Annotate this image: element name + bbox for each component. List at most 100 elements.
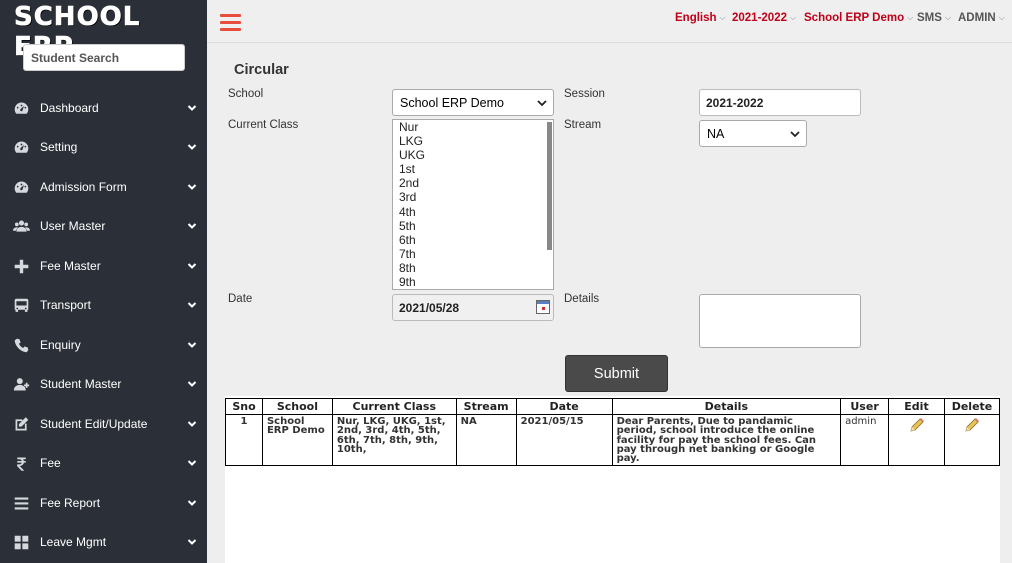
cell-user: admin [840,413,890,467]
sidebar-item-enquiry[interactable]: Enquiry [0,326,207,364]
sidebar-item-dashboard[interactable]: Dashboard [0,89,207,127]
cell-delete [943,413,1001,467]
column-header: School [261,398,333,415]
session-dropdown[interactable]: 2021-2022 ⌵ [732,12,796,24]
chevron-down-icon [177,142,207,152]
sidebar-item-student-master[interactable]: Student Master [0,365,207,403]
sidebar-item-admission-form[interactable]: Admission Form [0,168,207,206]
user-dropdown[interactable]: ADMIN ⌵ [958,12,1005,24]
session-label: 2021-2022 [732,12,787,24]
class-option[interactable]: Nur [393,120,553,134]
column-header: Details [611,398,842,415]
column-header: Sno [225,398,263,415]
class-option[interactable]: 6th [393,233,553,247]
page-title: Circular [234,62,289,78]
main-content: Circular School School ERP Demo Session … [207,44,1012,563]
edit-pencil-icon[interactable] [909,417,925,433]
user-add-icon [0,376,40,393]
circular-table: Sno School Current Class Stream Date Det… [225,398,1001,467]
submit-button[interactable]: Submit [565,355,668,392]
details-label: Details [564,293,600,305]
stream-label: Stream [564,119,602,131]
stream-select-value: NA [707,126,725,141]
sidebar-item-fee[interactable]: Fee [0,444,207,482]
session-field-label: Session [564,88,605,100]
sidebar-item-label: Leave Mgmt [40,535,107,549]
circular-table-area: Sno School Current Class Stream Date Det… [225,396,1001,563]
date-field[interactable]: 2021/05/28 [392,294,554,321]
chevron-down-icon [177,379,207,389]
user-label: ADMIN [958,12,996,24]
chevron-down-icon [177,103,207,113]
sms-dropdown[interactable]: SMS ⌵ [917,12,951,24]
sidebar-item-label: Student Master [40,377,122,391]
grid-icon [0,534,40,551]
sidebar-item-student-edit-update[interactable]: Student Edit/Update [0,405,207,443]
listbox-scrollbar[interactable] [547,122,552,250]
school-select[interactable]: School ERP Demo [392,89,554,116]
language-dropdown[interactable]: English ⌵ [675,12,726,24]
class-option[interactable]: 2nd [393,176,553,190]
school-label: School ERP Demo [804,12,905,24]
sidebar-item-leave-mgmt[interactable]: Leave Mgmt [0,523,207,561]
cell-school: School ERP Demo [261,413,333,467]
delete-pencil-icon[interactable] [964,417,980,433]
column-header: Stream [455,398,517,415]
class-option[interactable]: LKG [393,134,553,148]
dashboard-icon [0,100,40,117]
sidebar-item-user-master[interactable]: User Master [0,207,207,245]
sidebar-item-fee-master[interactable]: Fee Master [0,247,207,285]
rupee-icon [0,455,40,472]
school-select-value: School ERP Demo [400,95,504,110]
plus-icon [0,258,40,275]
current-class-label: Current Class [228,119,299,131]
chevron-down-icon: ⌵ [998,13,1005,22]
calendar-icon[interactable] [536,300,550,314]
table-row: 1 School ERP Demo Nur, LKG, UKG, 1st, 2n… [225,413,1001,467]
chevron-down-icon [177,340,207,350]
date-label: Date [228,293,253,305]
sms-label: SMS [917,12,942,24]
school-dropdown[interactable]: School ERP Demo ⌵ [804,12,913,24]
phone-icon [0,337,40,354]
cell-stream: NA [455,413,517,467]
class-option[interactable]: 8th [393,261,553,275]
class-option[interactable]: 9th [393,275,553,289]
current-class-listbox[interactable]: Nur LKG UKG 1st 2nd 3rd 4th 5th 6th 7th … [392,119,554,290]
sidebar-item-label: Transport [40,298,91,312]
dashboard-icon [0,179,40,196]
language-label: English [675,12,717,24]
cell-edit [888,413,945,467]
date-field-value: 2021/05/28 [399,300,460,315]
student-search-input[interactable] [23,44,185,71]
stream-select[interactable]: NA [699,120,807,147]
column-header: Current Class [331,398,457,415]
sidebar-item-label: Fee [40,456,61,470]
class-option[interactable]: UKG [393,148,553,162]
details-textarea[interactable] [699,294,861,348]
cell-current-class: Nur, LKG, UKG, 1st, 2nd, 3rd, 4th, 5th, … [331,413,457,467]
chevron-down-icon [177,537,207,547]
chevron-down-icon [177,182,207,192]
sidebar-item-label: Admission Form [40,180,127,194]
menu-toggle-icon[interactable] [220,13,241,31]
cell-date: 2021/05/15 [515,413,613,467]
sidebar-item-label: Fee Report [40,496,101,510]
class-option[interactable]: 5th [393,219,553,233]
class-option[interactable]: 3rd [393,190,553,204]
session-field[interactable]: 2021-2022 [699,89,861,116]
class-option[interactable]: 4th [393,205,553,219]
sidebar-item-setting[interactable]: Setting [0,128,207,166]
school-label: School [228,88,264,100]
chevron-down-icon [790,130,800,137]
sidebar-item-label: Student Edit/Update [40,417,148,431]
sidebar-item-label: Setting [40,140,78,154]
chevron-down-icon: ⌵ [719,13,726,22]
sidebar-item-transport[interactable]: Transport [0,286,207,324]
column-header: Delete [943,398,1001,415]
class-option[interactable]: 7th [393,247,553,261]
class-option[interactable]: 1st [393,162,553,176]
sidebar-item-fee-report[interactable]: Fee Report [0,484,207,522]
sidebar-item-label: User Master [40,219,106,233]
chevron-down-icon [537,99,547,106]
